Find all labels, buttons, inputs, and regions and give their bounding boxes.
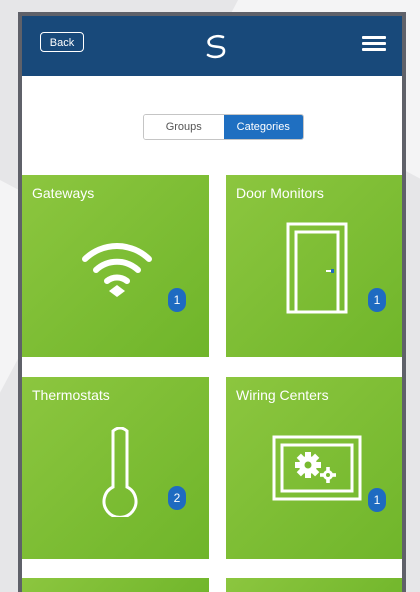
tile-title: Wiring Centers	[236, 387, 329, 403]
hamburger-menu-icon[interactable]	[362, 36, 386, 52]
back-button[interactable]: Back	[40, 32, 84, 52]
category-tile-door-monitors[interactable]: Door Monitors 1	[226, 175, 402, 357]
device-count-badge: 1	[168, 288, 186, 312]
thermometer-icon	[102, 427, 138, 517]
category-tile-gateways[interactable]: Gateways 1	[22, 175, 209, 357]
device-count-badge: 2	[168, 486, 186, 510]
device-count-badge: 1	[368, 288, 386, 312]
category-tile[interactable]	[226, 578, 402, 592]
app-frame: Back Groups Categories Gateways 1 Door M…	[18, 12, 406, 592]
brand-logo-icon	[206, 34, 226, 59]
category-tile-wiring-centers[interactable]: Wiring Centers 1	[226, 377, 402, 559]
view-segmented-control: Groups Categories	[143, 114, 304, 140]
tile-title: Gateways	[32, 185, 95, 201]
wifi-icon	[82, 243, 152, 297]
tile-title: Thermostats	[32, 387, 110, 403]
tab-categories[interactable]: Categories	[223, 115, 303, 139]
door-icon	[286, 222, 348, 314]
tile-title: Door Monitors	[236, 185, 324, 201]
tab-groups[interactable]: Groups	[144, 115, 224, 139]
category-tile[interactable]	[22, 578, 209, 592]
app-header: Back	[22, 16, 402, 76]
wiring-center-icon	[272, 435, 362, 501]
device-count-badge: 1	[368, 488, 386, 512]
category-tile-thermostats[interactable]: Thermostats 2	[22, 377, 209, 559]
